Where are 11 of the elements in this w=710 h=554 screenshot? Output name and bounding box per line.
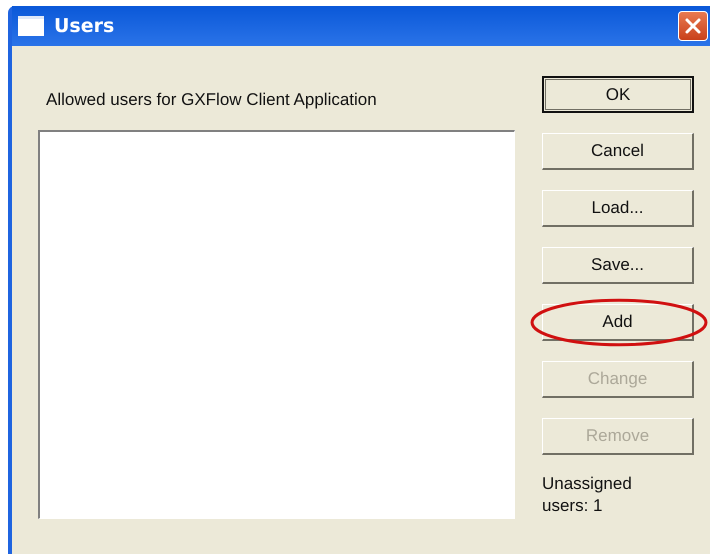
list-label: Allowed users for GXFlow Client Application [45,89,378,111]
close-icon [684,17,702,35]
dialog-button[interactable]: OK [542,76,694,113]
dialog-button[interactable]: Cancel [542,133,694,170]
dialog-button[interactable]: Add [542,304,694,341]
dialog-button[interactable]: Load... [542,190,694,227]
unassigned-count: Unassigned users: 1 [542,473,633,517]
dialog-button[interactable]: Save... [542,247,694,284]
window-title: Users [54,15,116,37]
close-button[interactable] [678,11,708,41]
window-icon [18,16,44,36]
